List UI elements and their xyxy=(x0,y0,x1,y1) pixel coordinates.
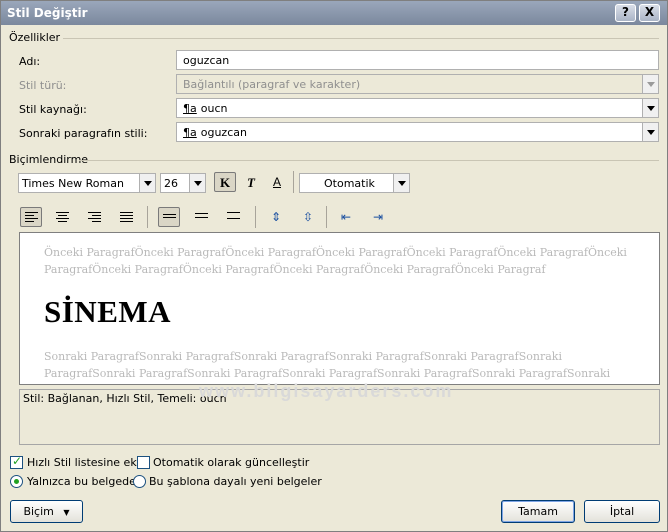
bold-icon: K xyxy=(219,175,231,190)
chevron-down-icon[interactable] xyxy=(139,174,155,192)
justify-icon xyxy=(120,212,133,223)
properties-divider xyxy=(63,38,659,39)
increase-indent-icon: ⇥ xyxy=(372,210,384,224)
font-color-value: Otomatik xyxy=(324,177,375,190)
style-source-select[interactable]: ¶a oucn xyxy=(176,98,659,118)
preview-sample-text: SİNEMA xyxy=(44,294,172,329)
style-type-select: Bağlantılı (paragraf ve karakter) xyxy=(176,74,659,94)
name-field[interactable]: oguzcan xyxy=(176,50,659,70)
align-left-button[interactable] xyxy=(20,207,42,227)
auto-update-label: Otomatik olarak güncelleştir xyxy=(153,456,310,469)
align-center-icon xyxy=(56,212,69,223)
justify-button[interactable] xyxy=(115,207,137,227)
double-spacing-icon xyxy=(227,212,240,223)
decrease-spacing-button[interactable]: ⇳ xyxy=(297,207,319,227)
align-left-icon xyxy=(25,212,38,223)
add-quick-style-label: Hızlı Stil listesine ekle xyxy=(27,456,147,469)
single-spacing-icon xyxy=(163,214,176,225)
title-bar[interactable]: Stil Değiştir ? X xyxy=(1,1,667,25)
template-documents-radio[interactable] xyxy=(133,475,146,488)
paragraph-style-icon: ¶a xyxy=(183,126,197,139)
italic-button[interactable]: T xyxy=(240,172,262,192)
align-center-button[interactable] xyxy=(51,207,73,227)
next-style-value: oguzcan xyxy=(200,126,247,139)
decrease-indent-icon: ⇤ xyxy=(340,210,352,224)
format-button-label: Biçim xyxy=(23,505,54,518)
formatting-divider xyxy=(79,160,659,161)
chevron-down-icon xyxy=(642,75,658,93)
close-button[interactable]: X xyxy=(639,4,660,22)
font-name-value: Times New Roman xyxy=(22,177,124,190)
name-value: oguzcan xyxy=(183,54,230,67)
formatting-section-label: Biçimlendirme xyxy=(9,153,89,166)
template-documents-label: Bu şablona dayalı yeni belgeler xyxy=(149,475,322,488)
dropdown-arrow-icon: ▼ xyxy=(63,508,70,517)
align-right-button[interactable] xyxy=(83,207,105,227)
one-half-spacing-button[interactable] xyxy=(190,207,212,227)
chevron-down-icon[interactable] xyxy=(393,174,409,192)
underline-icon: A xyxy=(272,175,281,189)
only-this-document-label: Yalnızca bu belgede xyxy=(27,475,136,488)
style-dialog: Stil Değiştir ? X Özellikler Adı: oguzca… xyxy=(0,0,668,532)
add-quick-style-checkbox[interactable] xyxy=(10,454,23,469)
bold-button[interactable]: K xyxy=(214,172,236,192)
style-preview: Önceki ParagrafÖnceki ParagrafÖnceki Par… xyxy=(19,232,660,385)
cancel-button[interactable]: İptal xyxy=(584,500,660,523)
dialog-title: Stil Değiştir xyxy=(7,6,88,20)
toolbar-separator xyxy=(293,171,294,193)
increase-indent-button[interactable]: ⇥ xyxy=(367,207,389,227)
preview-previous-paragraph: Önceki ParagrafÖnceki ParagrafÖnceki Par… xyxy=(44,246,627,276)
format-menu-button[interactable]: Biçim ▼ xyxy=(10,500,83,523)
ok-button[interactable]: Tamam xyxy=(501,500,575,523)
chevron-down-icon[interactable] xyxy=(642,99,658,117)
decrease-indent-button[interactable]: ⇤ xyxy=(335,207,357,227)
preview-next-paragraph: Sonraki ParagrafSonraki ParagrafSonraki … xyxy=(44,350,611,380)
toolbar-separator xyxy=(326,206,327,228)
help-button[interactable]: ? xyxy=(615,4,636,22)
properties-section-label: Özellikler xyxy=(9,31,61,44)
next-style-select[interactable]: ¶a oguzcan xyxy=(176,122,659,142)
align-right-icon xyxy=(88,212,101,223)
style-source-label: Stil kaynağı: xyxy=(19,103,87,116)
style-type-label: Stil türü: xyxy=(19,79,67,92)
font-size-value: 26 xyxy=(164,177,178,190)
next-style-label: Sonraki paragrafın stili: xyxy=(19,127,148,140)
chevron-down-icon[interactable] xyxy=(189,174,205,192)
toolbar-separator xyxy=(147,206,148,228)
single-spacing-button[interactable] xyxy=(158,207,180,227)
paragraph-style-icon: ¶a xyxy=(183,102,197,115)
font-size-select[interactable]: 26 xyxy=(160,173,206,193)
one-half-spacing-icon xyxy=(195,213,208,224)
underline-button[interactable]: A xyxy=(266,172,288,192)
style-type-value: Bağlantılı (paragraf ve karakter) xyxy=(183,78,361,91)
chevron-down-icon[interactable] xyxy=(642,123,658,141)
italic-icon: T xyxy=(247,175,255,190)
only-this-document-radio[interactable] xyxy=(10,475,23,488)
double-spacing-button[interactable] xyxy=(222,207,244,227)
font-name-select[interactable]: Times New Roman xyxy=(18,173,156,193)
font-color-select[interactable]: Otomatik xyxy=(299,173,410,193)
auto-update-checkbox[interactable] xyxy=(137,456,150,469)
style-source-value: oucn xyxy=(200,102,228,115)
name-label: Adı: xyxy=(19,55,41,68)
style-description-text: Stil: Bağlanan, Hızlı Stil, Temeli: oucn xyxy=(23,392,227,405)
watermark: www.bilgisayarders.com xyxy=(199,381,454,401)
increase-spacing-button[interactable]: ⇕ xyxy=(265,207,287,227)
increase-spacing-icon: ⇕ xyxy=(270,210,282,224)
toolbar-separator xyxy=(255,206,256,228)
decrease-spacing-icon: ⇳ xyxy=(302,210,314,224)
